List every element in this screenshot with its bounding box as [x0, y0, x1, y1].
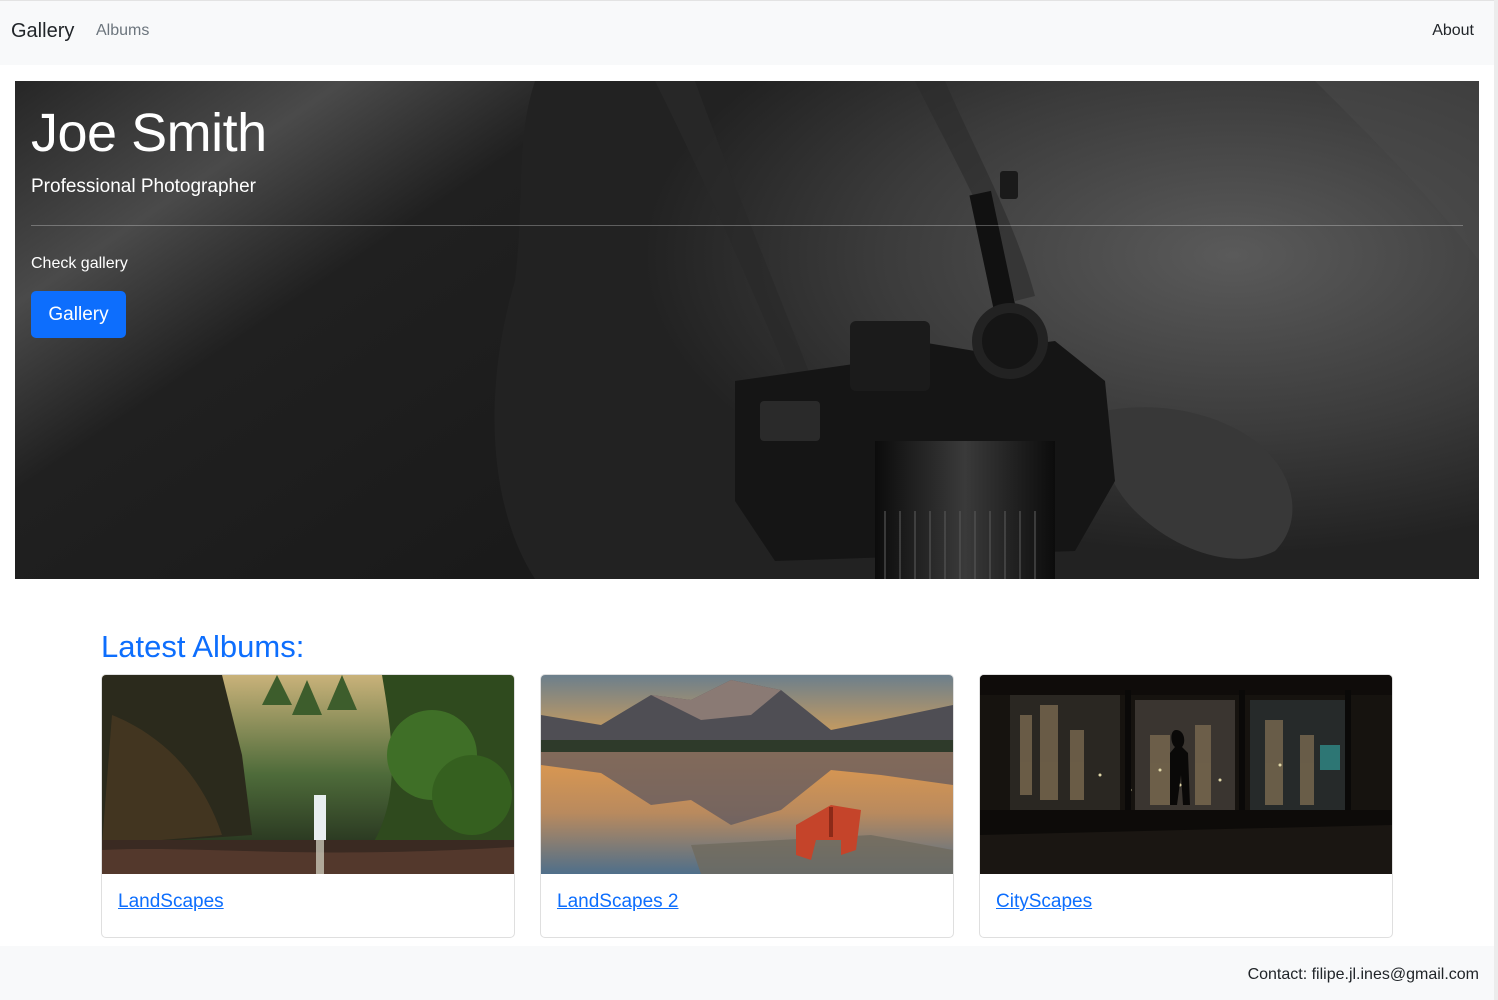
- brand-link[interactable]: Gallery: [11, 19, 74, 43]
- album-link-landscapes-2[interactable]: LandScapes 2: [557, 890, 679, 914]
- hero-title: Joe Smith: [31, 103, 267, 163]
- gallery-button[interactable]: Gallery: [31, 291, 126, 338]
- album-thumbnail-city-night[interactable]: [980, 675, 1392, 874]
- album-card-cityscapes: CityScapes: [979, 674, 1393, 938]
- album-thumbnail-forest-waterfall[interactable]: [102, 675, 514, 874]
- nav-link-albums[interactable]: Albums: [96, 22, 149, 40]
- album-link-landscapes[interactable]: LandScapes: [118, 890, 224, 914]
- latest-albums-heading: Latest Albums:: [101, 629, 305, 664]
- album-card-landscapes-2: LandScapes 2: [540, 674, 954, 938]
- hero-banner: Joe Smith Professional Photographer Chec…: [15, 81, 1479, 579]
- album-thumbnail-mountain-lake[interactable]: [541, 675, 953, 874]
- footer-contact-text: Contact: filipe.jl.ines@gmail.com: [1247, 966, 1479, 983]
- album-card-landscapes: LandScapes: [101, 674, 515, 938]
- hero-subtitle: Professional Photographer: [31, 176, 256, 197]
- album-link-cityscapes[interactable]: CityScapes: [996, 890, 1092, 914]
- page-right-edge: [1494, 0, 1498, 1000]
- nav-link-about[interactable]: About: [1432, 22, 1474, 40]
- top-navbar: Gallery Albums About: [0, 0, 1498, 65]
- hero-divider: [31, 225, 1463, 226]
- hero-lead-text: Check gallery: [31, 255, 128, 272]
- page-footer: Contact: filipe.jl.ines@gmail.com: [0, 946, 1498, 1000]
